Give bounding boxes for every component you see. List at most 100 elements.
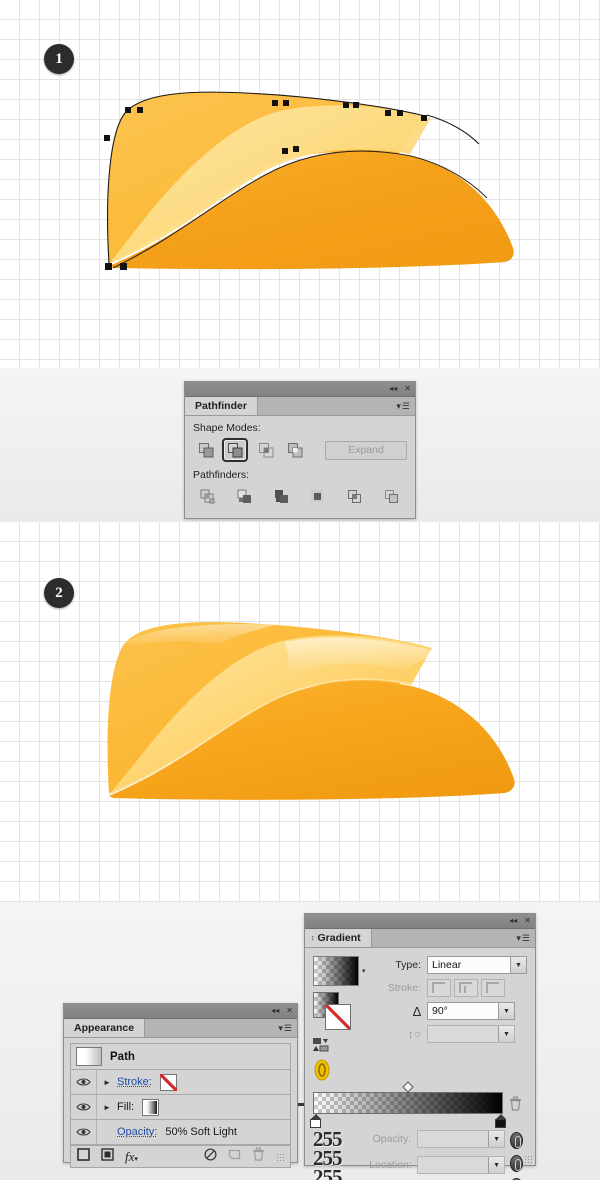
- angle-value: 90°: [432, 1005, 448, 1017]
- gradient-titlebar: ◂◂ ✕: [305, 914, 535, 929]
- gradient-stop-end[interactable]: [495, 1114, 506, 1128]
- appearance-panel: ◂◂ ✕ Appearance ▾ ☰ Path ► Stroke: ► Fil…: [63, 1003, 298, 1168]
- gradient-body: ▾ Type: Linear ▼ Stroke: ∆ 90° ▼ ↕○ ▼ 25…: [305, 948, 535, 1180]
- pathfinder-minus-back-button[interactable]: [379, 485, 405, 509]
- chevron-down-icon[interactable]: ▼: [488, 1157, 505, 1173]
- gradient-location-input[interactable]: ▼: [417, 1156, 506, 1174]
- gradient-tabrow: ↕ Gradient ▾ ☰: [305, 929, 535, 948]
- stroke-swatch-none[interactable]: [325, 1004, 351, 1030]
- gradient-preset-arrow-icon[interactable]: ▾: [362, 967, 366, 975]
- chevron-down-icon[interactable]: ▼: [498, 1003, 514, 1019]
- close-icon[interactable]: ✕: [286, 1007, 293, 1015]
- shape-mode-unite-button[interactable]: [193, 438, 219, 462]
- panel-menu-icon[interactable]: ▾ ☰: [278, 1019, 297, 1037]
- step-badge-1: 1: [44, 44, 74, 74]
- path-thumbnail: [76, 1047, 102, 1066]
- fill-swatch-gradient[interactable]: [142, 1098, 160, 1116]
- delete-item-icon[interactable]: [252, 1147, 265, 1166]
- close-icon[interactable]: ✕: [404, 385, 411, 393]
- illustration-step-2: [107, 622, 515, 800]
- duplicate-item-icon[interactable]: [228, 1148, 241, 1166]
- appearance-row-opacity[interactable]: Opacity: 50% Soft Light: [71, 1120, 290, 1145]
- aspect-ratio-icon: ↕○: [407, 1027, 421, 1041]
- shape-mode-exclude-button[interactable]: [282, 438, 308, 462]
- collapse-icon[interactable]: ◂◂: [509, 917, 517, 925]
- appearance-row-fill[interactable]: ► Fill:: [71, 1095, 290, 1120]
- color-slider-handle-1[interactable]: [509, 1132, 523, 1149]
- panel-menu-icon[interactable]: ▾ ☰: [396, 397, 415, 415]
- tab-appearance[interactable]: Appearance: [64, 1019, 146, 1037]
- location-label: Location:: [369, 1159, 412, 1171]
- pathfinder-divide-button[interactable]: [195, 485, 221, 509]
- tab-label: Gradient: [317, 932, 361, 944]
- stroke-across-button[interactable]: [481, 979, 505, 997]
- expand-label: Expand: [348, 444, 384, 456]
- add-new-fill-icon[interactable]: [101, 1147, 114, 1166]
- pathfinder-outline-button[interactable]: [342, 485, 368, 509]
- stroke-label[interactable]: Stroke:: [117, 1076, 152, 1088]
- shape-mode-intersect-button[interactable]: [253, 438, 279, 462]
- appearance-titlebar: ◂◂ ✕: [64, 1004, 297, 1019]
- chevron-down-icon[interactable]: ▼: [488, 1131, 505, 1147]
- expand-triangle-icon[interactable]: ►: [97, 1103, 117, 1112]
- gradient-location-row: Location: ▼: [369, 1156, 506, 1174]
- rgb-b-value: 255: [313, 1165, 343, 1180]
- opacity-label: Opacity:: [372, 1133, 412, 1145]
- fill-label[interactable]: Fill:: [117, 1101, 134, 1113]
- close-icon[interactable]: ✕: [524, 917, 531, 925]
- type-value: Linear: [432, 959, 462, 971]
- tab-pathfinder[interactable]: Pathfinder: [185, 397, 258, 415]
- angle-icon: ∆: [413, 1003, 421, 1019]
- collapse-icon[interactable]: ◂◂: [389, 385, 397, 393]
- pathfinder-trim-button[interactable]: [232, 485, 258, 509]
- shape-modes-label: Shape Modes:: [193, 422, 261, 434]
- gradient-angle-input[interactable]: 90° ▼: [427, 1002, 515, 1020]
- gradient-panel: ◂◂ ✕ ↕ Gradient ▾ ☰ ▾ Type: Linear ▼ Str…: [304, 913, 536, 1180]
- resize-grip[interactable]: [276, 1152, 284, 1161]
- color-mode-icon[interactable]: [313, 1038, 329, 1057]
- gradient-aspect-row: ↕○ ▼: [379, 1025, 527, 1043]
- panel-menu-icon[interactable]: ▾ ☰: [516, 929, 535, 947]
- gradient-slider-ramp[interactable]: [313, 1092, 503, 1114]
- collapse-icon[interactable]: ◂◂: [271, 1007, 279, 1015]
- visibility-eye-icon[interactable]: [71, 1095, 97, 1119]
- stroke-swatch-none[interactable]: [159, 1073, 177, 1091]
- gradient-type-select[interactable]: Linear ▼: [427, 956, 527, 974]
- expand-button[interactable]: Expand: [325, 440, 407, 460]
- resize-grip[interactable]: [524, 1155, 532, 1163]
- tab-label: Pathfinder: [195, 400, 247, 412]
- pathfinder-merge-button[interactable]: [269, 485, 295, 509]
- clear-appearance-icon[interactable]: [204, 1147, 217, 1166]
- stroke-label: Stroke:: [387, 982, 421, 994]
- gradient-annotator-icon[interactable]: [313, 1059, 375, 1086]
- tab-gradient[interactable]: ↕ Gradient: [305, 929, 372, 947]
- illustration-step-1: [104, 91, 514, 270]
- gradient-type-row: Type: Linear ▼: [379, 956, 527, 974]
- pathfinder-tabrow: Pathfinder ▾ ☰: [185, 397, 415, 416]
- add-effect-icon[interactable]: fx▾: [125, 1149, 138, 1165]
- appearance-row-path[interactable]: Path: [71, 1044, 290, 1070]
- appearance-tabrow: Appearance ▾ ☰: [64, 1019, 297, 1038]
- expand-triangle-icon[interactable]: ►: [97, 1078, 117, 1087]
- gradient-preview-swatch[interactable]: [313, 956, 359, 986]
- add-new-stroke-icon[interactable]: [77, 1147, 90, 1166]
- step-number: 1: [55, 50, 63, 67]
- gradient-angle-row: ∆ 90° ▼: [379, 1002, 527, 1020]
- path-label: Path: [110, 1050, 135, 1063]
- rgb-values-overlay: 255 255 255: [313, 1129, 365, 1180]
- gradient-opacity-input[interactable]: ▼: [417, 1130, 506, 1148]
- opacity-label[interactable]: Opacity:: [117, 1126, 157, 1138]
- color-slider-handle-2[interactable]: [509, 1155, 523, 1172]
- trash-icon[interactable]: [503, 1092, 527, 1111]
- chevron-down-icon[interactable]: ▼: [498, 1026, 514, 1042]
- shape-mode-minus-front-button[interactable]: [222, 438, 248, 462]
- appearance-row-stroke[interactable]: ► Stroke:: [71, 1070, 290, 1095]
- stroke-within-button[interactable]: [427, 979, 451, 997]
- visibility-eye-icon[interactable]: [71, 1070, 97, 1094]
- gradient-aspect-input[interactable]: ▼: [427, 1025, 515, 1043]
- pathfinder-crop-button[interactable]: [305, 485, 331, 509]
- gradient-stop-start[interactable]: [310, 1114, 321, 1128]
- chevron-down-icon[interactable]: ▼: [510, 957, 526, 973]
- stroke-along-button[interactable]: [454, 979, 478, 997]
- visibility-eye-icon[interactable]: [71, 1120, 97, 1144]
